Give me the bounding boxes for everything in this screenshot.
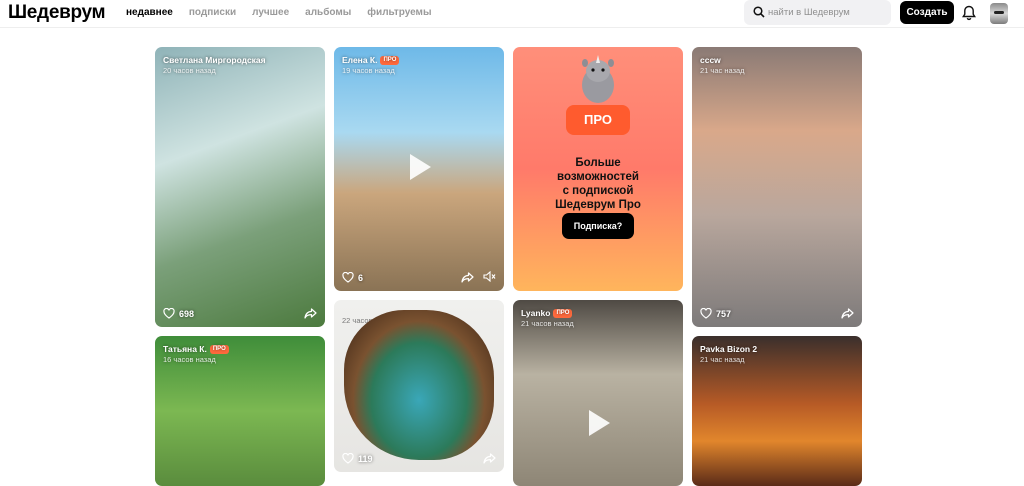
feed-card[interactable]: Елена К. ПРО 19 часов назад 6 (334, 47, 504, 291)
promo-title-line: возможностей (557, 171, 639, 183)
main-nav: недавнее подписки лучшее альбомы фильтру… (126, 7, 432, 18)
like-count: 6 (358, 272, 364, 283)
like-count: 119 (358, 453, 373, 464)
card-author[interactable]: Pavka Bizon 2 (700, 344, 757, 354)
card-time: 20 часов назад (163, 66, 216, 75)
bell-icon[interactable] (962, 5, 976, 21)
rhino-mascot-icon (582, 55, 614, 103)
nav-best[interactable]: лучшее (252, 7, 289, 18)
feed-card[interactable]: 22 часов назад 119 (334, 300, 504, 472)
pro-badge: ПРО (380, 55, 400, 65)
mute-icon[interactable] (483, 271, 496, 282)
pro-badge: ПРО (553, 308, 573, 318)
like-button[interactable]: 119 (342, 453, 373, 464)
card-author-name: Татьяна К. (163, 344, 207, 354)
top-bar: Шедеврум недавнее подписки лучшее альбом… (0, 0, 1024, 28)
heart-icon (163, 308, 175, 319)
feed-card[interactable]: Pavka Bizon 2 21 час назад (692, 336, 862, 486)
play-icon[interactable] (410, 154, 431, 180)
share-icon[interactable] (841, 308, 854, 319)
share-icon[interactable] (461, 272, 474, 283)
like-count: 698 (179, 308, 195, 319)
card-author[interactable]: Татьяна К. ПРО (163, 344, 229, 354)
card-time: 21 час назад (700, 66, 745, 75)
pro-badge: ПРО (209, 344, 229, 354)
search-input[interactable] (768, 5, 886, 20)
nav-albums[interactable]: альбомы (305, 7, 351, 18)
feed-card[interactable]: Светлана Миргородская 20 часов назад 698 (155, 47, 325, 327)
heart-icon (342, 272, 354, 283)
avatar[interactable] (990, 3, 1008, 24)
artwork-image (344, 310, 494, 460)
search-icon (753, 6, 765, 18)
share-icon[interactable] (483, 453, 496, 464)
feed-card[interactable]: cccw 21 час назад 757 (692, 47, 862, 327)
feed-card[interactable]: Татьяна К. ПРО 16 часов назад (155, 336, 325, 486)
share-icon[interactable] (304, 308, 317, 319)
nav-recent[interactable]: недавнее (126, 7, 173, 18)
subscribe-button[interactable]: Подписка? (562, 213, 634, 239)
search-box[interactable] (744, 0, 891, 25)
like-button[interactable]: 6 (342, 272, 363, 283)
like-button[interactable]: 698 (163, 308, 194, 319)
card-time: 16 часов назад (163, 355, 216, 364)
card-author[interactable]: Елена К. ПРО (342, 55, 400, 65)
create-button[interactable]: Создать (900, 1, 954, 24)
card-author-name: Lyanko (521, 308, 551, 318)
heart-icon (342, 453, 354, 464)
card-author[interactable]: cccw (700, 55, 721, 65)
subscription-promo-card[interactable]: ПРО Больше возможностей с подпиской Шеде… (513, 47, 683, 291)
promo-title: Больше возможностей с подпиской Шедеврум… (513, 156, 683, 212)
promo-title-line: Шедеврум Про (555, 199, 641, 211)
nav-filtered[interactable]: фильтруемы (367, 7, 431, 18)
card-time: 21 час назад (700, 355, 745, 364)
feed-card[interactable]: Lyanko ПРО 21 часов назад (513, 300, 683, 486)
card-author[interactable]: Светлана Миргородская (163, 55, 266, 65)
like-count: 757 (716, 308, 732, 319)
nav-subscriptions[interactable]: подписки (189, 7, 236, 18)
like-button[interactable]: 757 (700, 308, 731, 319)
card-time: 21 часов назад (521, 319, 574, 328)
logo[interactable]: Шедеврум (8, 2, 106, 24)
card-author[interactable]: Lyanko ПРО (521, 308, 573, 318)
card-time: 19 часов назад (342, 66, 395, 75)
promo-title-line: с подпиской (562, 185, 634, 197)
promo-title-line: Больше (575, 157, 621, 169)
heart-icon (700, 308, 712, 319)
play-icon[interactable] (589, 410, 610, 436)
card-author-name: Елена К. (342, 55, 378, 65)
pro-badge: ПРО (566, 105, 630, 135)
